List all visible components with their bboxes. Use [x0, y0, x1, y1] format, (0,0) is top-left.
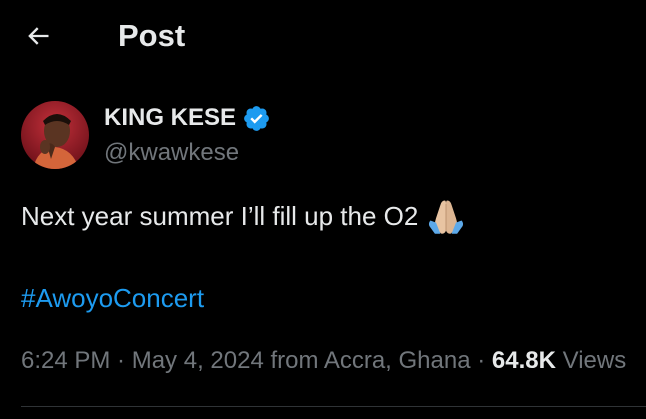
author-handle[interactable]: @kwawkese [104, 138, 239, 168]
arrow-left-icon [28, 27, 49, 45]
tweet-text-content: Next year summer I’ll fill up the O2 [21, 201, 419, 231]
views-count: 64.8K [491, 347, 556, 374]
author-display-name[interactable]: KING KESE [104, 102, 236, 134]
views-label: Views [555, 347, 627, 374]
post-date[interactable]: May 4, 2024 [132, 347, 264, 374]
avatar[interactable] [21, 101, 89, 169]
post-meta: 6:24 PM · May 4, 2024 from Accra, Ghana … [21, 344, 626, 378]
post-location: Accra, Ghana [323, 347, 471, 374]
location-prefix: from [263, 347, 324, 374]
profile-photo [21, 101, 89, 169]
verified-badge-icon[interactable] [242, 104, 271, 133]
post-time[interactable]: 6:24 PM [21, 347, 110, 374]
divider [21, 406, 646, 407]
back-button[interactable] [18, 16, 58, 56]
hashtag-link[interactable]: #AwoyoConcert [21, 280, 204, 316]
page-title: Post [118, 18, 186, 53]
header: Post [0, 0, 646, 72]
tweet-text: Next year summer I’ll fill up the O2 [21, 196, 466, 236]
folded-hands-emoji-icon [426, 196, 466, 236]
post-page: Post KING KESE @kwawkese Next year summe… [0, 0, 646, 419]
meta-separator: · [470, 347, 492, 374]
author-name-row: KING KESE [104, 102, 271, 134]
meta-separator: · [110, 347, 132, 374]
